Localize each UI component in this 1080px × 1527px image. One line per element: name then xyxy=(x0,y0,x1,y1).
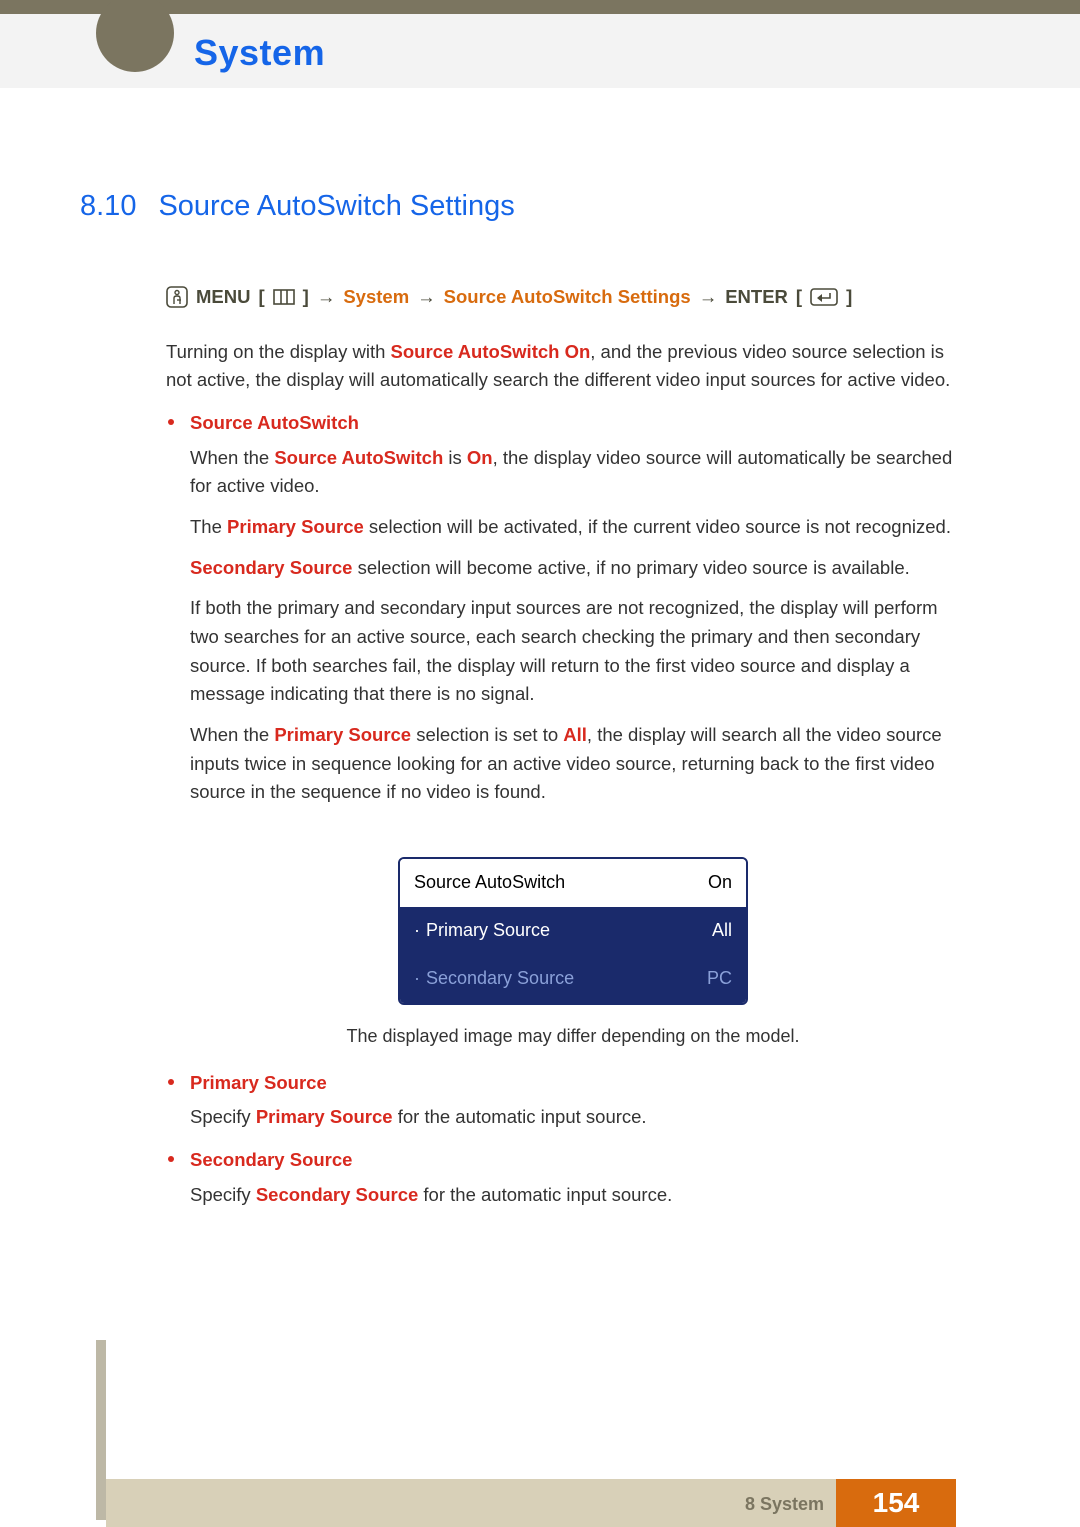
text-bold: Secondary Source xyxy=(190,557,352,578)
osd-icon xyxy=(166,286,188,308)
osd-row-primary-source: ·Primary Source All xyxy=(400,907,746,955)
section-number: 8.10 xyxy=(80,190,136,223)
item-title-primary-source: Primary Source xyxy=(190,1069,956,1098)
arrow-icon: → xyxy=(417,283,436,312)
osd-value: On xyxy=(708,869,732,897)
section-title: Source AutoSwitch Settings xyxy=(158,190,514,223)
section-heading: 8.10 Source AutoSwitch Settings xyxy=(80,190,960,223)
page: System 8.10 Source AutoSwitch Settings M… xyxy=(0,0,1080,1527)
enter-icon xyxy=(810,288,838,306)
text: Turning on the display with xyxy=(166,341,391,362)
text-bold: On xyxy=(467,447,493,468)
footer-chapter: 8 System xyxy=(745,1494,824,1515)
list-item: Source AutoSwitch When the Source AutoSw… xyxy=(166,409,956,1051)
text-bold: All xyxy=(563,724,587,745)
text: selection is set to xyxy=(411,724,563,745)
content: 8.10 Source AutoSwitch Settings MENU [ xyxy=(80,190,960,1223)
bracket-close: ] xyxy=(303,283,309,312)
bracket-open: [ xyxy=(258,283,264,312)
bullet-list: Source AutoSwitch When the Source AutoSw… xyxy=(166,409,956,1209)
list-item: Primary Source Specify Primary Source fo… xyxy=(166,1069,956,1132)
paragraph: When the Source AutoSwitch is On, the di… xyxy=(190,444,956,501)
paragraph: If both the primary and secondary input … xyxy=(190,594,956,709)
osd-label-text: Primary Source xyxy=(426,920,550,940)
text-bold: Source AutoSwitch xyxy=(274,447,443,468)
page-number-text: 154 xyxy=(873,1487,920,1519)
osd-label: Source AutoSwitch xyxy=(414,869,565,897)
menu-path: MENU [ ] → System → Source AutoSwitch Se… xyxy=(166,283,956,312)
text: When the xyxy=(190,447,274,468)
footer-bar xyxy=(106,1479,836,1527)
menu-icon xyxy=(273,289,295,305)
text-bold: Primary Source xyxy=(274,724,411,745)
path-source-autoswitch: Source AutoSwitch Settings xyxy=(444,283,691,312)
osd-figure: Source AutoSwitch On ·Primary Source All… xyxy=(190,857,956,1051)
text: for the automatic input source. xyxy=(393,1106,647,1127)
text: selection will be activated, if the curr… xyxy=(364,516,951,537)
chapter-title: System xyxy=(194,32,325,74)
paragraph: Specify Primary Source for the automatic… xyxy=(190,1103,956,1132)
arrow-icon: → xyxy=(699,283,718,312)
osd-value: PC xyxy=(707,965,732,993)
osd-label: ·Secondary Source xyxy=(414,965,574,993)
text-bold: Primary Source xyxy=(227,516,364,537)
menu-label: MENU xyxy=(196,283,250,312)
paragraph: Specify Secondary Source for the automat… xyxy=(190,1181,956,1210)
text: The xyxy=(190,516,227,537)
side-accent xyxy=(96,1340,106,1520)
bracket-open: [ xyxy=(796,283,802,312)
enter-label: ENTER xyxy=(725,283,788,312)
text: Specify xyxy=(190,1184,256,1205)
text: Specify xyxy=(190,1106,256,1127)
list-item: Secondary Source Specify Secondary Sourc… xyxy=(166,1146,956,1209)
text: selection will become active, if no prim… xyxy=(352,557,909,578)
intro-paragraph: Turning on the display with Source AutoS… xyxy=(166,338,956,395)
path-system: System xyxy=(343,283,409,312)
osd-label-text: Secondary Source xyxy=(426,968,574,988)
page-number: 154 xyxy=(836,1479,956,1527)
osd-caption: The displayed image may differ depending… xyxy=(347,1023,800,1051)
item-title-source-autoswitch: Source AutoSwitch xyxy=(190,409,956,438)
paragraph: The Primary Source selection will be act… xyxy=(190,513,956,542)
paragraph: When the Primary Source selection is set… xyxy=(190,721,956,807)
osd-menu: Source AutoSwitch On ·Primary Source All… xyxy=(398,857,748,1005)
osd-row-secondary-source: ·Secondary Source PC xyxy=(400,955,746,1003)
text-bold: Secondary Source xyxy=(256,1184,418,1205)
text: for the automatic input source. xyxy=(418,1184,672,1205)
item-title-secondary-source: Secondary Source xyxy=(190,1146,956,1175)
bracket-close: ] xyxy=(846,283,852,312)
paragraph: Secondary Source selection will become a… xyxy=(190,554,956,583)
text: is xyxy=(443,447,467,468)
text-bold: Source AutoSwitch On xyxy=(391,341,591,362)
body: MENU [ ] → System → Source AutoSwitch Se… xyxy=(166,283,956,1209)
text: When the xyxy=(190,724,274,745)
osd-row-source-autoswitch: Source AutoSwitch On xyxy=(400,859,746,907)
osd-value: All xyxy=(712,917,732,945)
text-bold: Primary Source xyxy=(256,1106,393,1127)
arrow-icon: → xyxy=(317,283,336,312)
osd-label: ·Primary Source xyxy=(414,917,550,945)
